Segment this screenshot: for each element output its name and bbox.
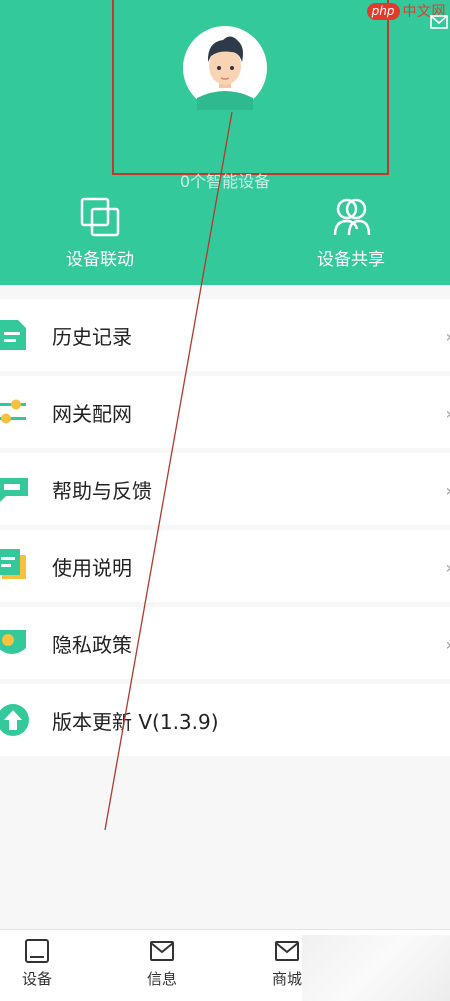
device-share-button[interactable]: 设备共享	[286, 195, 416, 270]
device-count-label: 0个智能设备	[179, 172, 271, 191]
chat-icon	[0, 478, 28, 502]
avatar[interactable]	[183, 26, 267, 110]
squares-icon	[80, 197, 120, 237]
chevron-right-icon: ›	[446, 558, 450, 577]
menu-item-history[interactable]: 历史记录 ›	[0, 299, 450, 371]
profile-header: 0个智能设备 设备联动 设备共享	[0, 0, 450, 285]
shield-icon	[0, 630, 26, 654]
tab-messages[interactable]: 信息	[132, 938, 192, 989]
chevron-right-icon: ›	[446, 404, 450, 423]
tab-label: 信息	[146, 970, 177, 988]
mail-icon	[150, 941, 174, 961]
share-users-icon	[333, 198, 371, 236]
tab-label: 商城	[271, 970, 302, 988]
tab-label: 设备	[21, 970, 52, 988]
menu-item-label: 隐私政策	[52, 632, 132, 657]
menu-item-gateway[interactable]: 网关配网 ›	[0, 376, 450, 448]
shop-icon	[275, 941, 299, 961]
document-icon	[0, 320, 26, 350]
device-linkage-button[interactable]: 设备联动	[35, 195, 165, 270]
chevron-right-icon: ›	[446, 327, 450, 346]
menu-item-label: 网关配网	[52, 401, 132, 426]
device-icon	[25, 939, 49, 963]
device-linkage-label: 设备联动	[66, 250, 134, 270]
settings-menu: 历史记录 › 网关配网 › 帮助与反馈 › 使用说明 ›	[0, 299, 450, 761]
menu-item-label: 帮助与反馈	[52, 478, 152, 503]
blurred-region	[302, 935, 450, 1001]
upgrade-icon	[0, 704, 29, 736]
menu-item-privacy[interactable]: 隐私政策 ›	[0, 607, 450, 679]
chevron-right-icon: ›	[446, 481, 450, 500]
menu-item-label: 版本更新 V(1.3.9)	[52, 709, 219, 734]
manual-icon	[0, 549, 26, 579]
tab-device[interactable]: 设备	[7, 938, 67, 989]
chevron-right-icon: ›	[446, 635, 450, 654]
menu-item-manual[interactable]: 使用说明 ›	[0, 530, 450, 602]
device-share-label: 设备共享	[317, 250, 385, 270]
sliders-icon	[0, 399, 26, 424]
menu-item-help-feedback[interactable]: 帮助与反馈 ›	[0, 453, 450, 525]
menu-item-version-update[interactable]: 版本更新 V(1.3.9)	[0, 684, 450, 756]
watermark-logo: php	[366, 2, 400, 20]
menu-item-label: 使用说明	[52, 555, 132, 580]
mail-icon[interactable]	[428, 12, 448, 32]
menu-item-label: 历史记录	[52, 324, 132, 349]
